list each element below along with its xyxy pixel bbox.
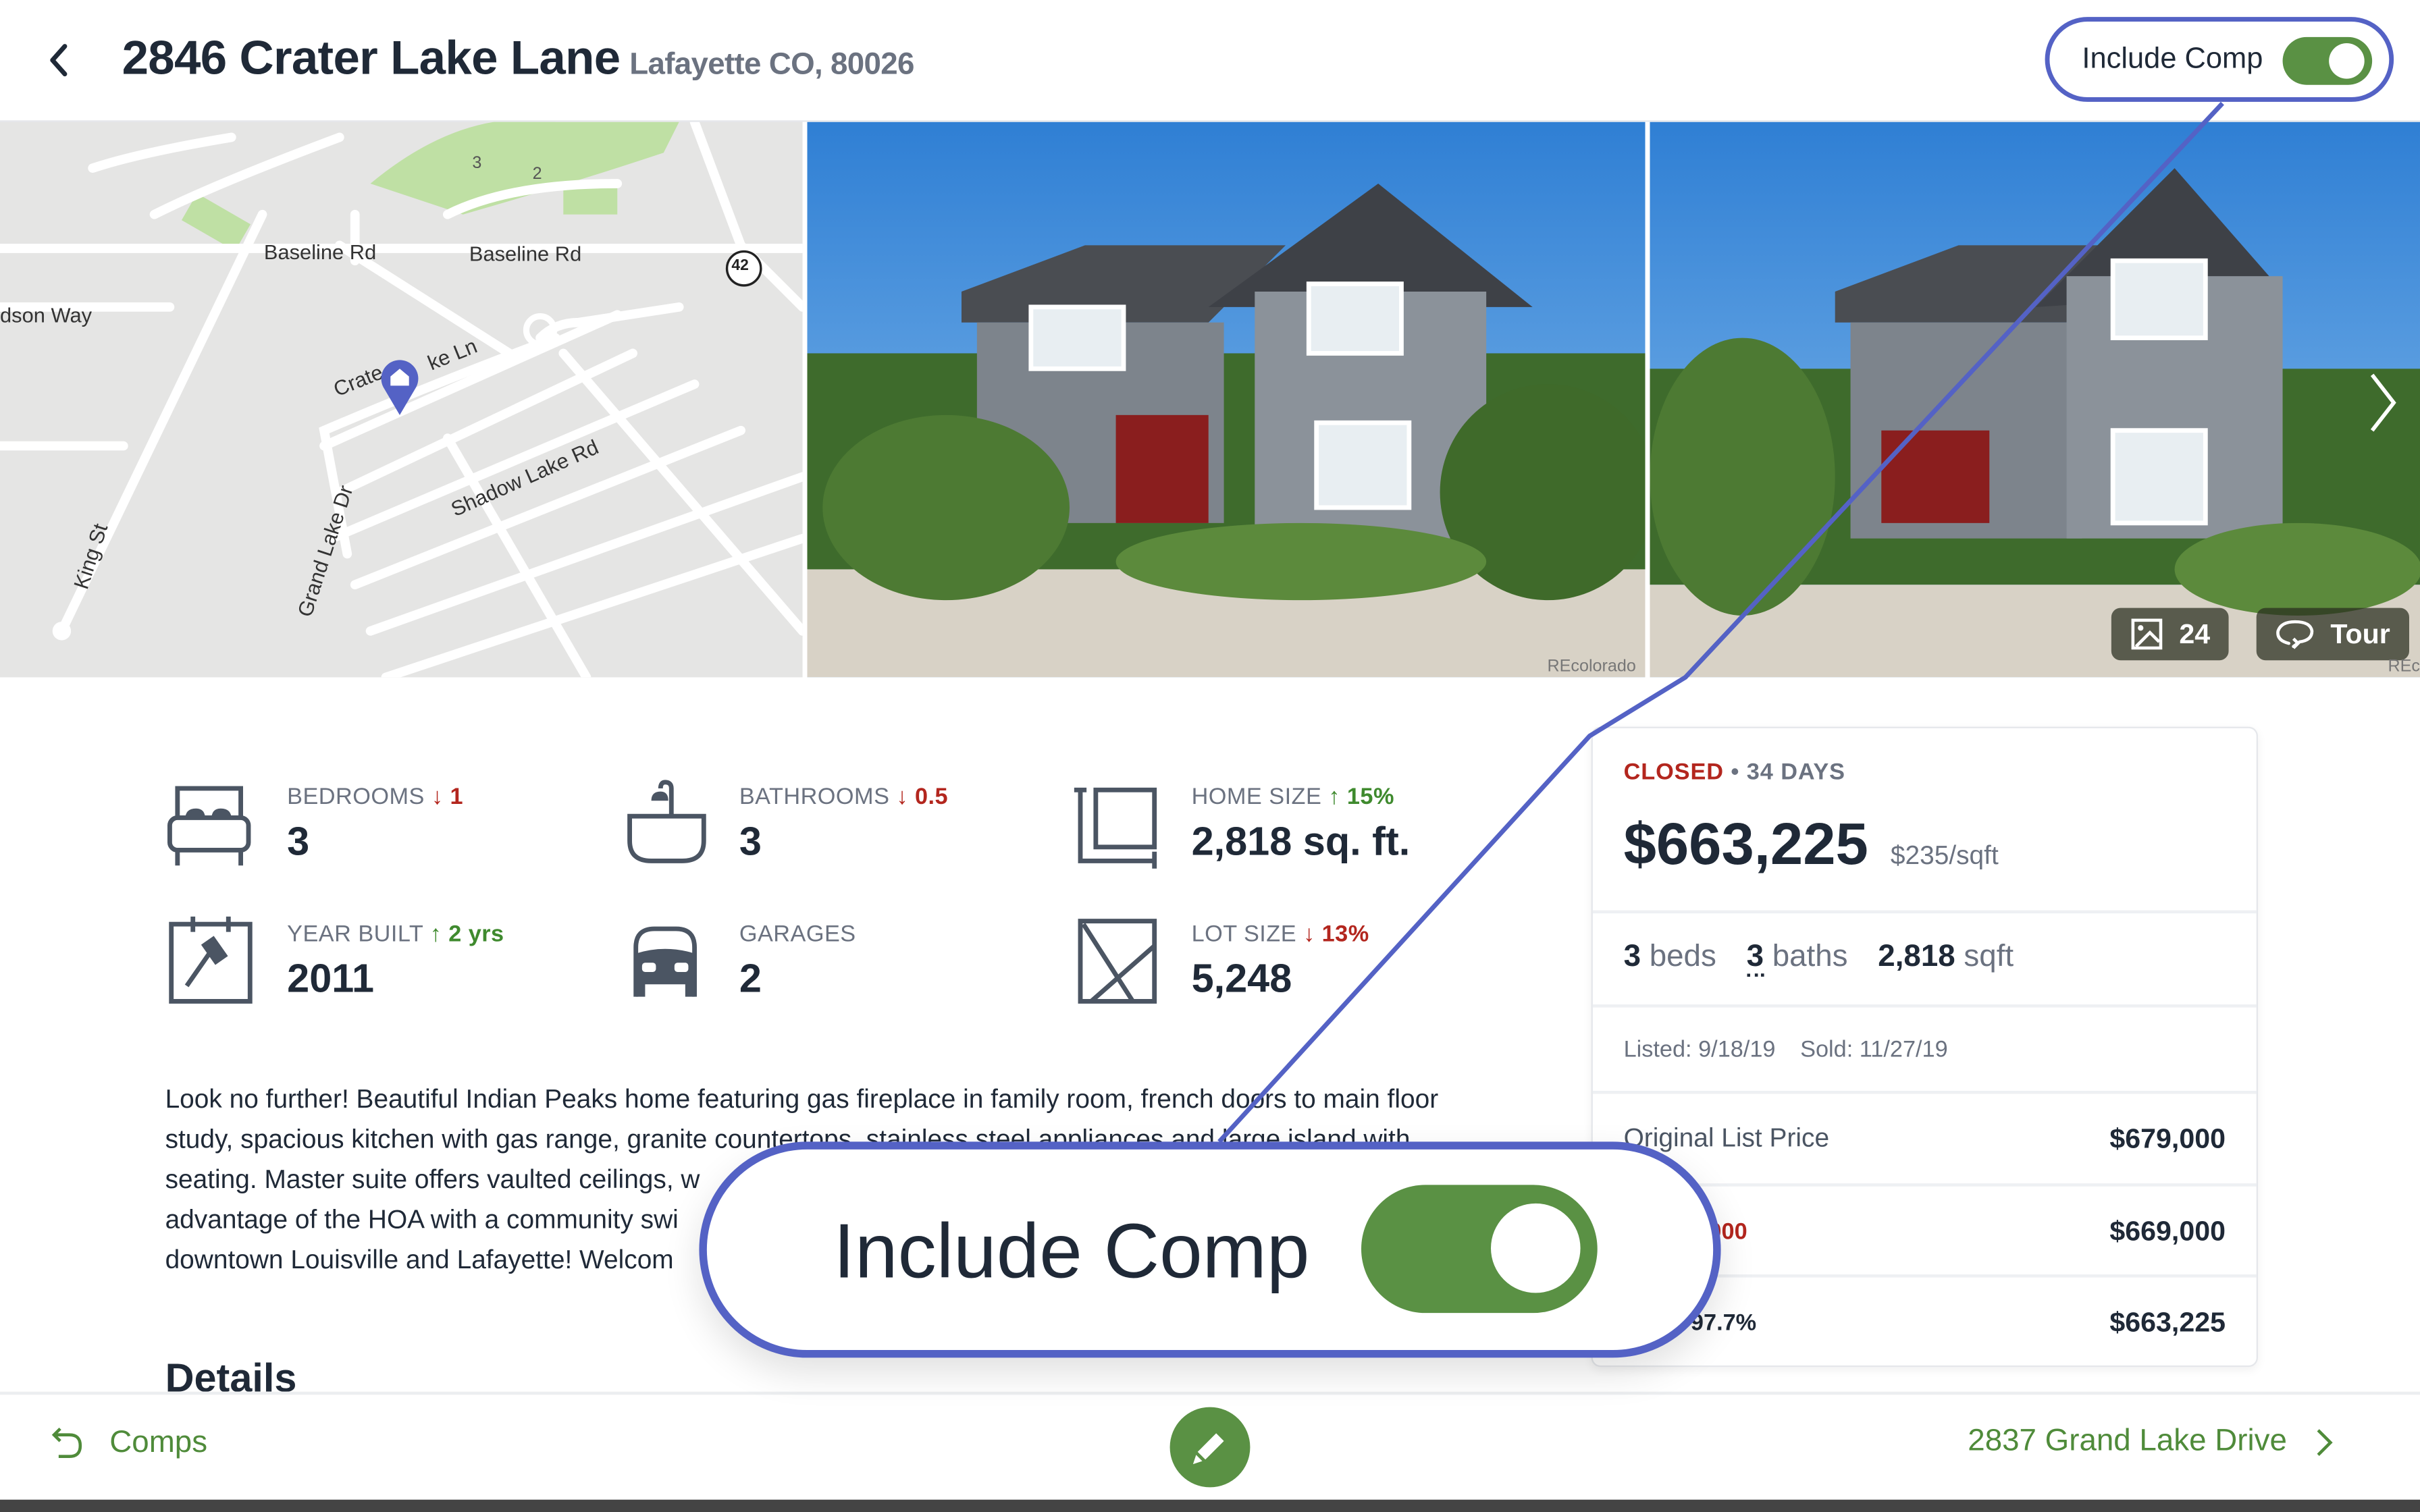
photo-count: 24 — [2179, 618, 2211, 649]
stat-value-garages: 2 — [739, 954, 762, 1002]
stat-label-home-size: HOME SIZE ↑ 15% — [1191, 784, 1394, 810]
stat-label-year-built: YEAR BUILT ↑ 2 yrs — [287, 921, 504, 948]
include-comp-label: Include Comp — [2082, 43, 2263, 76]
days-on-market: 34 DAYS — [1746, 759, 1845, 786]
home-indicator-bar — [0, 1499, 2420, 1512]
map-label: 2 — [532, 165, 542, 184]
listing-photo[interactable]: 24 Tour REc — [1650, 122, 2420, 678]
price-per-sqft: $235/sqft — [1890, 840, 1999, 871]
stat-label-bathrooms: BATHROOMS ↓ 0.5 — [739, 784, 949, 810]
price-line: $663,225 $235/sqft — [1624, 813, 1999, 880]
price-row: Price 97.7% $663,225 — [1624, 1306, 2226, 1338]
floorplan-icon — [1074, 787, 1157, 869]
map-view[interactable]: Baseline Rd Baseline Rd dson Way Crate k… — [0, 122, 803, 678]
chevron-left-icon — [50, 44, 68, 77]
comps-label: Comps — [109, 1424, 208, 1459]
price-row: Original List Price $679,000 — [1623, 1123, 2226, 1154]
delta-year-built: ↑ 2 yrs — [429, 921, 504, 948]
listed-date: Listed: 9/18/19 — [1623, 1036, 1776, 1063]
pencil-icon — [1192, 1433, 1224, 1465]
next-comp-label: 2837 Grand Lake Drive — [1968, 1424, 2287, 1458]
home-pin-icon[interactable] — [378, 358, 421, 416]
next-photo-button[interactable] — [2365, 369, 2402, 437]
address-subtitle: Lafayette CO, 80026 — [629, 47, 914, 82]
tour-button[interactable]: Tour — [2256, 608, 2409, 661]
chevron-right-icon — [2317, 1428, 2333, 1455]
tour-label: Tour — [2330, 618, 2390, 649]
map-label: Baseline Rd — [469, 242, 582, 266]
page-title: 2846 Crater Lake Lane Lafayette CO, 80026 — [122, 30, 915, 86]
callout-toggle[interactable] — [1361, 1185, 1598, 1314]
photo-watermark: REc — [2388, 657, 2420, 676]
stat-value-lot-size: 5,248 — [1191, 954, 1292, 1002]
stat-value-home-size: 2,818 sq. ft. — [1191, 817, 1411, 864]
back-to-comps-button[interactable]: Comps — [51, 1424, 207, 1461]
house-photo-2 — [1650, 122, 2420, 678]
next-comp-button[interactable]: 2837 Grand Lake Drive — [1968, 1424, 2333, 1460]
listing-photo[interactable]: REcolorado — [807, 122, 1646, 678]
delta-lot-size: ↓ 13% — [1303, 921, 1369, 948]
image-icon — [2131, 618, 2163, 650]
photo-count-button[interactable]: 24 — [2111, 608, 2229, 661]
delta-bathrooms: ↓ 0.5 — [896, 784, 949, 810]
map-label: Baseline Rd — [263, 240, 377, 264]
sink-icon — [627, 780, 706, 863]
dates-line: Listed: 9/18/19 Sold: 11/27/19 — [1624, 1037, 1948, 1063]
tour-icon — [2276, 620, 2314, 649]
status-line: CLOSED • 34 DAYS — [1623, 759, 1845, 786]
car-icon — [633, 926, 697, 997]
edit-button[interactable] — [1169, 1407, 1251, 1488]
divider — [1592, 1004, 2257, 1008]
map-label: 3 — [472, 154, 482, 173]
stat-value-year-built: 2011 — [287, 954, 375, 1002]
sold-date: Sold: 11/27/19 — [1800, 1036, 1948, 1063]
divider — [1592, 910, 2257, 914]
stat-label-lot-size: LOT SIZE ↓ 13% — [1191, 921, 1369, 948]
include-comp-toggle[interactable] — [2282, 36, 2373, 85]
house-photo-1 — [807, 122, 1646, 678]
summary-line: 3 beds 3 baths 2,818 sqft — [1624, 939, 2014, 977]
bed-icon — [167, 786, 251, 866]
toggle-knob — [2329, 43, 2365, 79]
stat-value-bathrooms: 3 — [739, 817, 762, 864]
route-shield: 42 — [731, 257, 749, 275]
stat-label-garages: GARAGES — [739, 921, 856, 948]
delta-bedrooms: ↓ 1 — [431, 784, 463, 810]
sold-price: $663,225 — [1623, 813, 1868, 878]
stat-value-bedrooms: 3 — [287, 817, 310, 864]
divider — [1592, 1090, 2257, 1094]
back-button[interactable] — [34, 34, 83, 86]
photo-watermark: REcolorado — [1547, 657, 1636, 676]
callout-label: Include Comp — [833, 1208, 1310, 1295]
map-label: dson Way — [0, 304, 93, 327]
delta-home-size: ↑ 15% — [1328, 784, 1394, 810]
stat-label-bedrooms: BEDROOMS ↓ 1 — [287, 784, 463, 810]
return-arrow-icon — [51, 1427, 82, 1458]
calendar-hammer-icon — [169, 916, 253, 1004]
lot-icon — [1078, 919, 1157, 1004]
status-badge: CLOSED — [1623, 759, 1724, 786]
address-title: 2846 Crater Lake Lane — [122, 30, 621, 85]
toggle-knob — [1490, 1203, 1581, 1293]
